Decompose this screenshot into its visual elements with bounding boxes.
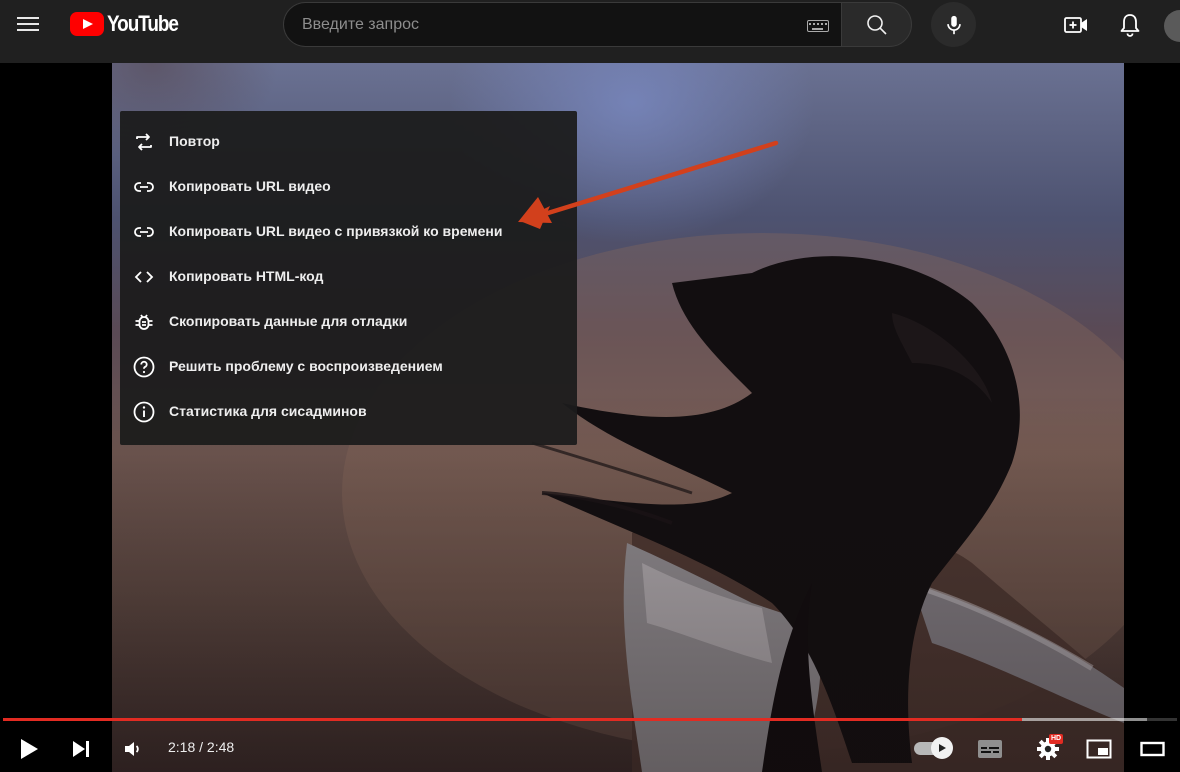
menu-item-label: Копировать HTML-код [169,268,324,284]
menu-item-copy-embed[interactable]: Копировать HTML-код [120,254,577,299]
code-icon [132,265,156,289]
create-video-button[interactable] [1063,12,1089,38]
toggle-switch [914,737,954,761]
play-icon [21,739,38,759]
menu-item-stats-for-nerds[interactable]: Статистика для сисадминов [120,389,577,434]
play-button[interactable] [14,734,44,764]
autoplay-toggle[interactable] [914,737,954,761]
subtitles-icon [978,740,1002,758]
progress-played [3,718,1022,721]
search-bar [283,2,912,47]
settings-button[interactable]: HD [1031,734,1065,764]
menu-item-label: Скопировать данные для отладки [169,313,408,329]
voice-search-button[interactable] [931,2,976,47]
menu-item-copy-debug[interactable]: Скопировать данные для отладки [120,299,577,344]
menu-item-copy-url-at-time[interactable]: Копировать URL видео с привязкой ко врем… [120,209,577,254]
skip-next-icon [73,741,89,757]
menu-item-label: Копировать URL видео [169,178,331,194]
volume-icon [125,742,139,756]
menu-item-label: Статистика для сисадминов [169,403,367,419]
hamburger-icon[interactable] [17,14,41,34]
notifications-button[interactable] [1117,12,1143,38]
context-menu: Повтор Копировать URL видео Копировать U… [120,111,577,445]
play-small-icon [939,744,946,752]
progress-bar[interactable] [3,718,1177,721]
keyboard-icon[interactable] [807,20,829,32]
mic-icon [946,15,961,34]
bell-icon [1120,14,1140,37]
menu-item-label: Копировать URL видео с привязкой ко врем… [169,223,503,239]
search-button[interactable] [841,2,912,47]
hd-badge: HD [1049,734,1064,744]
masthead: YouTube [0,0,1180,63]
subtitles-button[interactable] [975,736,1005,762]
mute-button[interactable] [119,735,147,763]
repeat-icon [132,130,156,154]
youtube-play-icon [70,12,104,36]
theater-mode-icon [1140,741,1165,757]
video-player[interactable]: Повтор Копировать URL видео Копировать U… [0,63,1180,772]
youtube-logo[interactable]: YouTube [70,11,189,37]
next-button[interactable] [67,734,95,764]
toggle-knob [931,737,953,759]
avatar[interactable] [1164,10,1180,42]
search-box[interactable] [283,2,841,47]
bug-icon [132,310,156,334]
miniplayer-icon [1086,739,1112,759]
video-shade [112,393,1124,772]
search-icon [866,14,887,35]
create-video-icon [1064,17,1087,33]
theater-mode-button[interactable] [1138,736,1168,762]
help-circle-icon [132,355,156,379]
menu-item-copy-url[interactable]: Копировать URL видео [120,164,577,209]
menu-item-loop[interactable]: Повтор [120,119,577,164]
menu-item-troubleshoot[interactable]: Решить проблему с воспроизведением [120,344,577,389]
link-icon [132,220,156,244]
time-display: 2:18 / 2:48 [168,739,235,755]
miniplayer-button[interactable] [1084,736,1114,762]
link-icon [132,175,156,199]
logo-text: YouTube [107,11,179,36]
settings-wrap: HD [1035,734,1064,762]
menu-item-label: Повтор [169,133,220,149]
info-icon [132,400,156,424]
search-input[interactable] [302,15,782,34]
menu-item-label: Решить проблему с воспроизведением [169,358,443,374]
